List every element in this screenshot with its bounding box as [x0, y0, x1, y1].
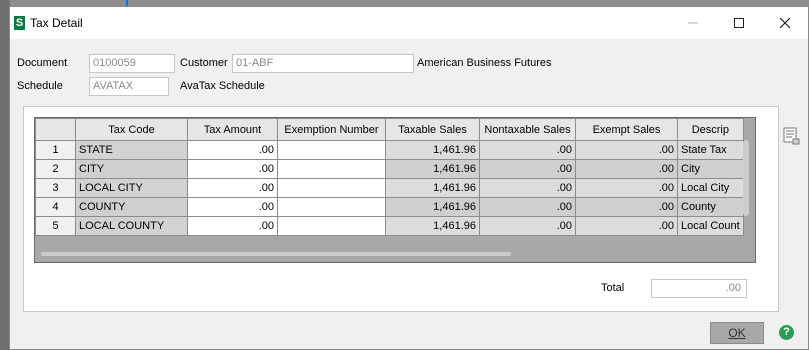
grid-options-icon: [783, 127, 800, 145]
exemption-number-cell[interactable]: [277, 197, 386, 217]
grid-corner: [35, 118, 76, 141]
table-row[interactable]: 1 STATE .00 1,461.96 .00 .00 State Tax: [35, 140, 744, 160]
description-cell: City: [677, 159, 744, 179]
tax-code-cell[interactable]: LOCAL COUNTY: [75, 216, 188, 236]
tax-amount-cell[interactable]: .00: [187, 216, 278, 236]
nontaxable-sales-cell: .00: [479, 197, 576, 217]
tax-code-cell[interactable]: COUNTY: [75, 197, 188, 217]
exempt-sales-cell: .00: [575, 216, 678, 236]
tax-code-cell[interactable]: LOCAL CITY: [75, 178, 188, 198]
schedule-label: Schedule: [17, 80, 63, 92]
close-icon: [779, 17, 791, 29]
taxable-sales-cell: 1,461.96: [385, 140, 480, 160]
col-header-tax-amount[interactable]: Tax Amount: [187, 118, 278, 141]
row-number[interactable]: 1: [35, 140, 76, 160]
row-number[interactable]: 2: [35, 159, 76, 179]
table-row[interactable]: 3 LOCAL CITY .00 1,461.96 .00 .00 Local …: [35, 178, 744, 198]
horizontal-scrollbar[interactable]: [41, 252, 511, 256]
tax-grid-table: Tax Code Tax Amount Exemption Number Tax…: [35, 118, 744, 236]
nontaxable-sales-cell: .00: [479, 140, 576, 160]
exemption-number-cell[interactable]: [277, 216, 386, 236]
nontaxable-sales-cell: .00: [479, 216, 576, 236]
minimize-icon: [688, 22, 698, 24]
description-cell: County: [677, 197, 744, 217]
tax-code-cell[interactable]: STATE: [75, 140, 188, 160]
maximize-button[interactable]: [716, 7, 762, 39]
grid-options-button[interactable]: [783, 127, 801, 145]
row-number[interactable]: 4: [35, 197, 76, 217]
col-header-exemption-number[interactable]: Exemption Number: [277, 118, 386, 141]
document-field[interactable]: 0100059: [89, 54, 175, 73]
minimize-button[interactable]: [670, 7, 716, 39]
tax-amount-cell[interactable]: .00: [187, 159, 278, 179]
table-row[interactable]: 2 CITY .00 1,461.96 .00 .00 City: [35, 159, 744, 179]
tax-amount-cell[interactable]: .00: [187, 140, 278, 160]
customer-name: American Business Futures: [417, 57, 552, 69]
schedule-field[interactable]: AVATAX: [89, 77, 169, 96]
total-field[interactable]: .00: [651, 279, 747, 298]
help-icon[interactable]: ?: [779, 325, 794, 340]
total-label: Total: [601, 282, 625, 294]
exempt-sales-cell: .00: [575, 178, 678, 198]
taxable-sales-cell: 1,461.96: [385, 178, 480, 198]
col-header-exempt-sales[interactable]: Exempt Sales: [575, 118, 678, 141]
maximize-icon: [734, 18, 744, 28]
tax-code-cell[interactable]: CITY: [75, 159, 188, 179]
ok-button[interactable]: OK: [710, 322, 764, 344]
nontaxable-sales-cell: .00: [479, 178, 576, 198]
schedule-description: AvaTax Schedule: [180, 80, 265, 92]
tax-grid[interactable]: Tax Code Tax Amount Exemption Number Tax…: [34, 117, 756, 263]
tax-detail-dialog: S Tax Detail Document 0100059 Customer 0…: [9, 6, 809, 350]
taxable-sales-cell: 1,461.96: [385, 197, 480, 217]
col-header-tax-code[interactable]: Tax Code: [75, 118, 188, 141]
sage-app-icon: S: [14, 16, 25, 30]
nontaxable-sales-cell: .00: [479, 159, 576, 179]
description-cell: State Tax: [677, 140, 744, 160]
exemption-number-cell[interactable]: [277, 159, 386, 179]
document-label: Document: [17, 57, 68, 69]
customer-label: Customer: [180, 57, 228, 69]
close-button[interactable]: [762, 7, 808, 39]
exempt-sales-cell: .00: [575, 140, 678, 160]
window-title: Tax Detail: [30, 16, 83, 30]
description-cell: Local City: [677, 178, 744, 198]
exempt-sales-cell: .00: [575, 197, 678, 217]
title-bar[interactable]: S Tax Detail: [10, 7, 808, 39]
col-header-nontaxable-sales[interactable]: Nontaxable Sales: [479, 118, 576, 141]
customer-field[interactable]: 01-ABF: [232, 54, 414, 73]
tax-amount-cell[interactable]: .00: [187, 178, 278, 198]
exemption-number-cell[interactable]: [277, 178, 386, 198]
taxable-sales-cell: 1,461.96: [385, 159, 480, 179]
row-number[interactable]: 3: [35, 178, 76, 198]
row-number[interactable]: 5: [35, 216, 76, 236]
col-header-description[interactable]: Descrip: [677, 118, 744, 141]
exempt-sales-cell: .00: [575, 159, 678, 179]
description-cell: Local Count: [677, 216, 744, 236]
col-header-taxable-sales[interactable]: Taxable Sales: [385, 118, 480, 141]
exemption-number-cell[interactable]: [277, 140, 386, 160]
table-row[interactable]: 4 COUNTY .00 1,461.96 .00 .00 County: [35, 197, 744, 217]
tax-amount-cell[interactable]: .00: [187, 197, 278, 217]
taxable-sales-cell: 1,461.96: [385, 216, 480, 236]
vertical-scrollbar[interactable]: [743, 140, 749, 216]
table-row[interactable]: 5 LOCAL COUNTY .00 1,461.96 .00 .00 Loca…: [35, 216, 744, 236]
